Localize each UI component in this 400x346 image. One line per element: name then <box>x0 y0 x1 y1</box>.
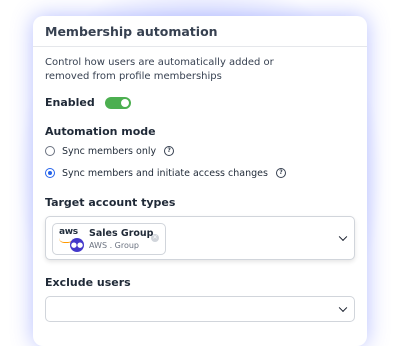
chevron-down-icon[interactable] <box>338 232 348 242</box>
radio-button-selected[interactable] <box>45 168 55 178</box>
selected-chip-sales-group: aws ●● Sales Group AWS . Group ✕ <box>52 223 166 255</box>
panel-description: Control how users are automatically adde… <box>45 57 274 82</box>
enabled-row: Enabled <box>45 96 355 109</box>
exclude-users-title: Exclude users <box>45 276 131 289</box>
target-account-types-select[interactable]: aws ●● Sales Group AWS . Group ✕ <box>45 216 355 260</box>
aws-logo-icon: aws <box>59 227 78 237</box>
radio-button[interactable] <box>45 146 55 156</box>
exclude-users-select[interactable] <box>45 296 355 322</box>
remove-chip-icon[interactable]: ✕ <box>151 234 159 242</box>
chip-subtitle: AWS . Group <box>89 241 140 250</box>
panel-title: Membership automation <box>45 23 218 39</box>
target-account-types-title: Target account types <box>45 196 176 209</box>
radio-option-sync-and-access-changes[interactable]: Sync members and initiate access changes… <box>45 166 355 180</box>
enabled-label: Enabled <box>45 96 95 109</box>
radio-option-sync-members-only[interactable]: Sync members only ? <box>45 144 355 158</box>
help-circle-icon[interactable]: ? <box>275 168 286 178</box>
toggle-knob <box>120 98 129 107</box>
enabled-toggle[interactable] <box>104 96 131 109</box>
chevron-down-icon[interactable] <box>338 303 348 313</box>
help-circle-icon[interactable]: ? <box>164 146 175 156</box>
membership-automation-panel: Membership automation Control how users … <box>33 16 367 346</box>
panel-body: Control how users are automatically adde… <box>33 47 367 322</box>
group-icon: ●● <box>70 238 84 252</box>
radio-label[interactable]: Sync members and initiate access changes <box>62 168 268 179</box>
chip-title: Sales Group <box>89 228 154 239</box>
automation-mode-title: Automation mode <box>45 125 156 138</box>
radio-label[interactable]: Sync members only <box>62 146 156 157</box>
panel-header: Membership automation <box>33 16 367 47</box>
